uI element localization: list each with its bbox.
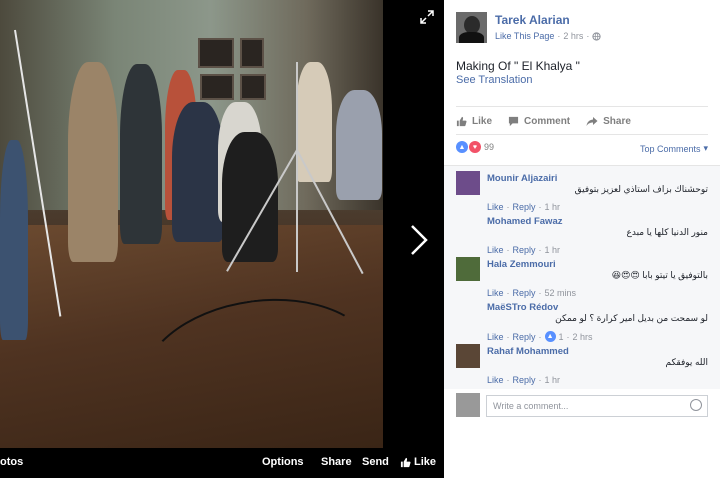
comment-button-label: Comment [524,115,571,127]
thumbs-up-icon [400,457,411,467]
reaction-summary[interactable]: ▲ ♥ 99 [456,141,494,153]
commenter-avatar[interactable] [456,171,480,195]
see-translation-link[interactable]: See Translation [456,74,532,86]
author-name[interactable]: Tarek Alarian [495,13,570,27]
share-arrow-icon [586,116,598,126]
next-photo-arrow-icon[interactable] [404,222,432,258]
photo-person [296,62,332,182]
options-button[interactable]: Options [262,456,304,468]
photo-person [68,62,118,262]
comment-item: Hala Zemmouri بالتوفيق يا تيتو بابا 😍😍😆 … [456,254,708,298]
comment-like-count[interactable]: 1 [559,332,564,342]
comment-item: Rahaf Mohammed الله يوفقكم Like · Reply · … [456,341,708,385]
comment-reply-link[interactable]: Reply [513,375,536,385]
photos-link[interactable]: otos [0,456,23,468]
photo-person [0,140,28,340]
divider [456,106,708,107]
photo-person [172,102,224,242]
avatar-body [459,32,484,43]
comment-text: توحشناك بزاف استاذي لعزيز بتوفيق [574,184,708,194]
write-comment-box [456,393,708,419]
comment-reply-link[interactable]: Reply [513,332,536,342]
comments-list: Mounir Aljazairi توحشناك بزاف استاذي لعز… [444,165,720,389]
comment-item: Mohamed Fawaz منور الدنيا كلها يا مبدع L… [456,211,709,255]
meta-separator: · [557,31,561,41]
commenter-name[interactable]: Mohamed Fawaz [487,216,563,227]
comment-item: MaëSTro Rédov لو سمحت من بديل امير كرارة… [456,297,708,342]
post-actions: Like Comment Share [456,110,708,132]
my-avatar [456,393,480,417]
top-comments-label: Top Comments [639,143,701,154]
photo-wall-frame [240,74,266,100]
post-sidebar: Tarek Alarian Like This Page · 2 hrs · M… [444,0,720,478]
like-button-label: Like [472,115,493,127]
commenter-avatar[interactable] [456,257,480,281]
comment-item: Mounir Aljazairi توحشناك بزاف استاذي لعز… [456,168,708,212]
post-time[interactable]: 2 hrs [563,31,583,41]
like-reaction-icon: ▲ [456,141,468,153]
globe-icon [592,31,602,41]
love-reaction-icon: ♥ [469,141,481,153]
top-comments-dropdown[interactable]: Top Comments ▾ [640,143,708,154]
commenter-name[interactable]: MaëSTro Rédov [487,302,558,313]
comment-time[interactable]: 1 hr [545,375,561,385]
commenter-avatar[interactable] [456,344,480,368]
photo-wall-frame [240,38,264,68]
photo-share-button[interactable]: Share [321,456,352,468]
commenter-name[interactable]: Rahaf Mohammed [487,346,569,357]
comment-like-link[interactable]: Like [487,375,504,385]
share-button-label: Share [603,115,631,127]
post-meta: Like This Page · 2 hrs · [495,31,602,41]
photo-action-bar: otos Options Share Send Like [0,448,444,478]
comment-text: لو سمحت من بديل امير كرارة ؟ لو ممكن [555,313,708,323]
reaction-count: 99 [484,142,495,152]
comment-footer: Like · Reply · 1 hr [487,375,561,385]
thumbs-up-icon [456,116,467,126]
comment-text: منور الدنيا كلها يا مبدع [626,227,709,237]
photo-like-label: Like [414,456,437,468]
divider [456,134,708,135]
comment-button[interactable]: Comment [508,110,570,132]
author-avatar[interactable] [456,12,487,43]
photo-send-button[interactable]: Send [362,456,389,468]
photo-tripod [296,62,298,272]
photo-wall-frame [198,38,234,68]
comment-input[interactable] [486,395,708,417]
photo-wall-frame [200,74,234,100]
comment-like-link[interactable]: Like [487,332,504,342]
like-button[interactable]: Like [456,110,492,132]
post-text: Making Of " El Khalya " [456,59,580,73]
post-photo[interactable] [0,0,383,448]
comment-time[interactable]: 2 hrs [573,332,593,342]
commenter-name[interactable]: Mounir Aljazairi [487,173,557,184]
photo-person [336,90,382,200]
expand-icon[interactable] [420,10,434,24]
photo-viewer: otos Options Share Send Like [0,0,444,478]
comment-text: الله يوفقكم [665,357,708,367]
photo-person [120,64,162,244]
share-button[interactable]: Share [586,110,631,132]
emoji-icon[interactable] [690,399,702,411]
chevron-down-icon: ▾ [703,143,708,153]
meta-separator: · [586,31,590,41]
comment-icon [508,116,519,126]
comment-text: بالتوفيق يا تيتو بابا 😍😍😆 [611,270,708,280]
commenter-name[interactable]: Hala Zemmouri [487,259,556,270]
like-page-link[interactable]: Like This Page [495,31,554,41]
photo-like-button[interactable]: Like [400,456,436,468]
